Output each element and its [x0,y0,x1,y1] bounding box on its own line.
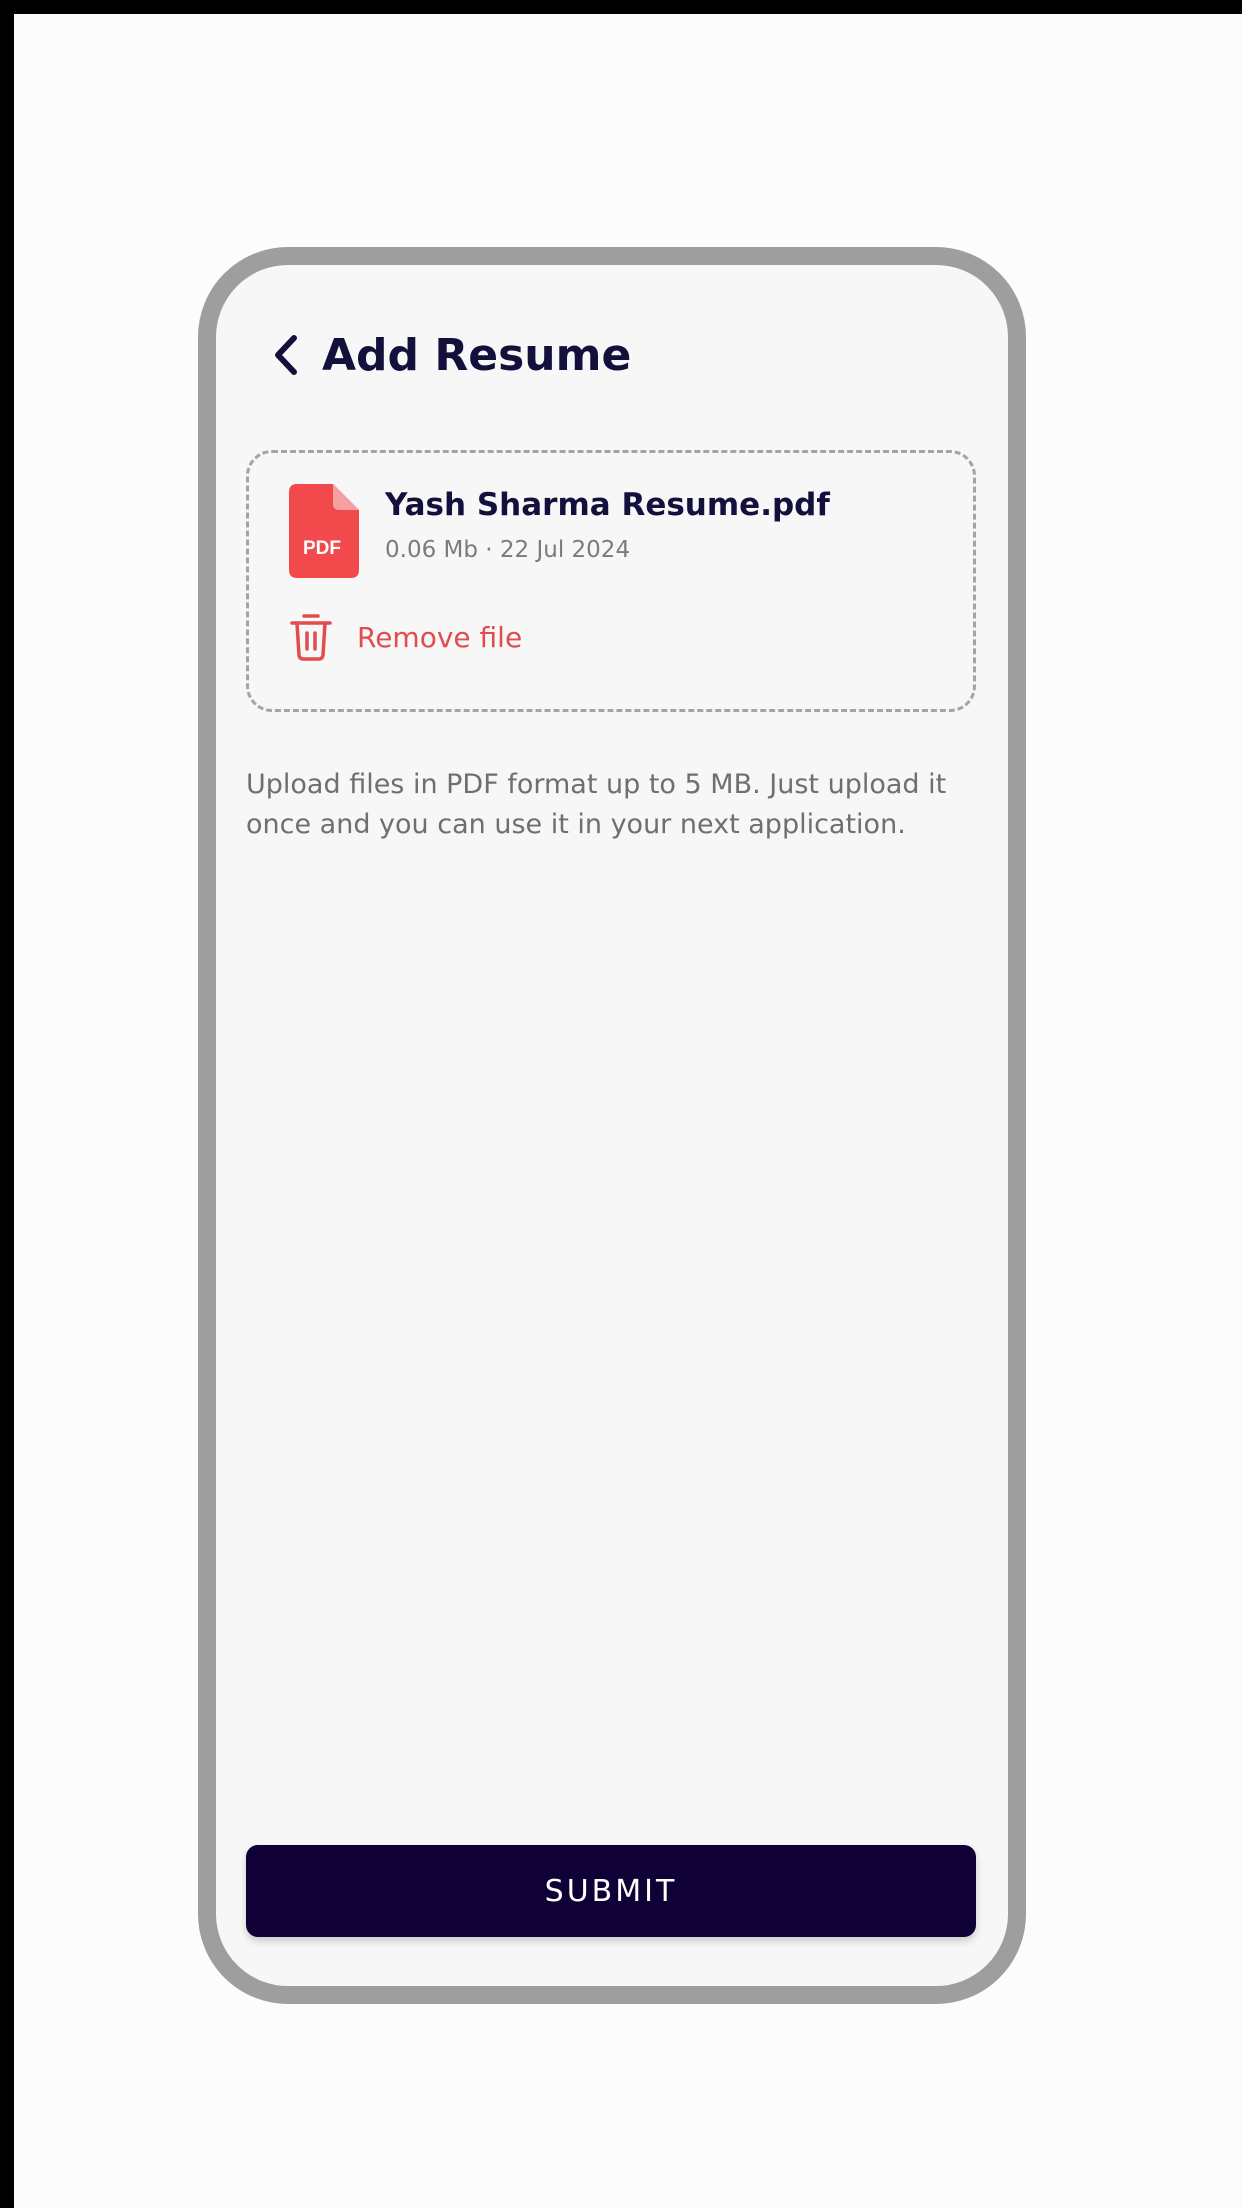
phone-frame: Add Resume PDF Yash Sharma Resume.pdf 0.… [198,247,1026,2004]
remove-file-button[interactable]: Remove file [289,613,522,661]
upload-instructions: Upload files in PDF format up to 5 MB. J… [246,769,947,840]
trash-icon [290,614,332,661]
submit-button[interactable]: SUBMIT [246,1845,976,1937]
file-name: Yash Sharma Resume.pdf [385,487,830,523]
page: Add Resume PDF Yash Sharma Resume.pdf 0.… [0,0,1242,2208]
header: Add Resume [266,325,631,385]
back-button[interactable] [266,329,306,381]
remove-file-label: Remove file [357,620,523,654]
pdf-badge-text: PDF [303,538,341,559]
page-title: Add Resume [322,329,632,381]
pdf-file-icon: PDF [289,484,359,578]
left-edge [0,0,14,2208]
top-edge [0,0,1242,14]
add-resume-screen: Add Resume PDF Yash Sharma Resume.pdf 0.… [216,265,1008,1986]
chevron-left-icon [275,335,297,375]
uploaded-file-card: PDF Yash Sharma Resume.pdf 0.06 Mb · 22 … [246,450,976,712]
file-meta: 0.06 Mb · 22 Jul 2024 [385,537,631,563]
